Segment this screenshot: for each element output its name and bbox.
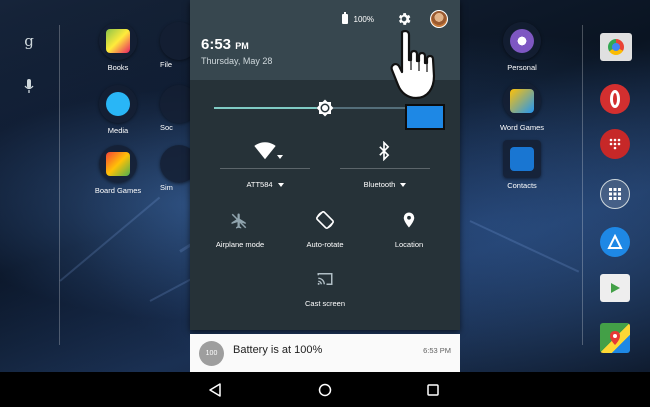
- app-media[interactable]: Media: [88, 85, 148, 135]
- app-label: Media: [107, 126, 129, 135]
- app-label: Sim: [160, 183, 173, 192]
- rotate-icon[interactable]: [315, 210, 335, 230]
- wifi-divider: [220, 168, 310, 169]
- opera-icon[interactable]: [600, 84, 630, 114]
- board-games-icon: [99, 145, 137, 183]
- media-icon: [99, 85, 137, 123]
- svg-text:g: g: [24, 33, 34, 49]
- battery-percent: 100%: [353, 14, 374, 24]
- maps-icon[interactable]: [600, 323, 630, 353]
- account-icon[interactable]: [600, 227, 630, 257]
- right-dock: [582, 0, 650, 372]
- left-rail-divider: [59, 25, 60, 345]
- brightness-fill: [214, 107, 325, 109]
- battery-badge-icon: 100: [199, 341, 224, 366]
- microphone-icon[interactable]: [19, 76, 39, 96]
- wifi-tile[interactable]: ATT584: [220, 180, 310, 189]
- gear-icon[interactable]: [396, 11, 412, 27]
- app-drawer-icon[interactable]: [600, 179, 630, 209]
- battery-icon: [341, 12, 348, 24]
- app-contacts[interactable]: Contacts: [492, 140, 552, 190]
- bluetooth-dropdown-icon: [400, 183, 407, 188]
- wifi-dropdown-icon: [277, 183, 284, 188]
- app-board-games[interactable]: Board Games: [88, 145, 148, 195]
- app-label: Board Games: [94, 186, 142, 195]
- brightness-slider[interactable]: [214, 99, 436, 117]
- wifi-icon[interactable]: [254, 140, 276, 162]
- status-row: 100%: [341, 10, 448, 28]
- airplane-icon[interactable]: [230, 212, 248, 230]
- airplane-label: Airplane mode: [215, 240, 265, 249]
- app-file-partial[interactable]: File: [160, 22, 198, 69]
- clock-ampm: PM: [235, 41, 249, 51]
- wifi-expand-icon[interactable]: [277, 155, 283, 159]
- bluetooth-icon[interactable]: [374, 141, 394, 161]
- app-label: Word Games: [499, 123, 545, 132]
- right-rail-divider: [582, 25, 583, 345]
- bluetooth-divider: [340, 168, 430, 169]
- app-personal[interactable]: Personal: [492, 22, 552, 72]
- contacts-icon: [503, 140, 541, 178]
- rotate-tile[interactable]: Auto-rotate: [284, 240, 366, 249]
- avatar-icon[interactable]: [430, 10, 448, 28]
- books-icon: [99, 22, 137, 60]
- app-social-partial[interactable]: Soc: [160, 85, 198, 132]
- word-games-icon: [503, 82, 541, 120]
- location-tile[interactable]: Location: [368, 240, 450, 249]
- location-pin-icon[interactable]: [400, 211, 418, 229]
- app-label: Soc: [160, 123, 173, 132]
- brightness-icon[interactable]: [316, 99, 334, 117]
- home-icon[interactable]: [314, 379, 336, 401]
- app-label: Personal: [507, 63, 537, 72]
- clock-time[interactable]: 6:53 PM: [201, 36, 249, 53]
- cast-icon[interactable]: [316, 270, 334, 288]
- left-search-rail: g: [0, 0, 60, 372]
- cast-label: Cast screen: [304, 299, 346, 308]
- app-word-games[interactable]: Word Games: [492, 82, 552, 132]
- clock-hours: 6:53: [201, 36, 232, 53]
- wifi-label: ATT584: [246, 180, 273, 189]
- google-g-icon[interactable]: g: [18, 30, 40, 52]
- chrome-icon[interactable]: [600, 33, 632, 61]
- cast-tile[interactable]: Cast screen: [284, 299, 366, 308]
- notification-time: 6:53 PM: [423, 346, 451, 355]
- back-icon[interactable]: [204, 379, 226, 401]
- app-label: File: [160, 60, 173, 69]
- bluetooth-label: Bluetooth: [363, 180, 396, 189]
- highlight-box: [405, 104, 445, 130]
- location-label: Location: [394, 240, 424, 249]
- pointing-hand-icon: [390, 30, 436, 100]
- notification-title: Battery is at 100%: [233, 344, 323, 356]
- recents-icon[interactable]: [422, 379, 444, 401]
- bluetooth-tile[interactable]: Bluetooth: [340, 180, 430, 189]
- app-label: Contacts: [507, 181, 537, 190]
- app-books[interactable]: Books: [88, 22, 148, 72]
- rotate-label: Auto-rotate: [306, 240, 344, 249]
- dialer-icon[interactable]: [600, 129, 630, 159]
- app-sim-partial[interactable]: Sim: [160, 145, 198, 192]
- clock-date[interactable]: Thursday, May 28: [201, 56, 272, 66]
- battery-notification[interactable]: 100 Battery is at 100% 6:53 PM: [190, 334, 460, 372]
- airplane-tile[interactable]: Airplane mode: [199, 240, 281, 249]
- app-label: Books: [107, 63, 129, 72]
- navigation-bar: [0, 372, 650, 407]
- play-store-icon[interactable]: [600, 274, 630, 302]
- personal-icon: [503, 22, 541, 60]
